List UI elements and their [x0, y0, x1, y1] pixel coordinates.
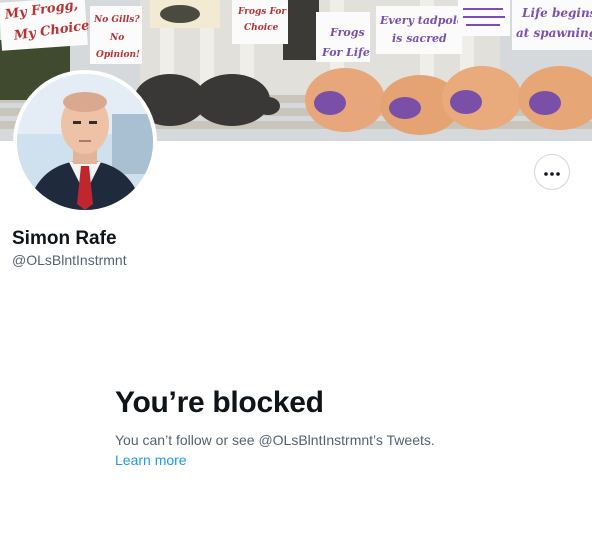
- sign-text: Every tadpole: [379, 14, 464, 27]
- avatar-photo: [17, 74, 153, 210]
- sign-text: Choice: [244, 23, 279, 33]
- sign-text: Frogs For: [237, 7, 287, 17]
- sign-text: at spawning: [516, 26, 592, 40]
- blocked-title: You’re blocked: [115, 386, 324, 419]
- sign-text: Life begins: [521, 6, 592, 20]
- sign-text: Opinion!: [96, 50, 140, 60]
- sign-text: Frogs: [329, 26, 365, 39]
- more-options-button[interactable]: [534, 154, 570, 190]
- profile-handle: @OLsBlntInstrmnt: [12, 252, 127, 268]
- sign-text: No: [109, 33, 124, 43]
- sign-text: No Gills?: [93, 15, 140, 25]
- sign-text: For Life: [321, 46, 370, 59]
- more-horizontal-icon: [544, 163, 560, 181]
- avatar[interactable]: [13, 70, 157, 214]
- learn-more-link[interactable]: Learn more: [115, 452, 187, 468]
- sign-text: is sacred: [392, 32, 447, 45]
- blocked-description: You can’t follow or see @OLsBlntInstrmnt…: [115, 432, 435, 448]
- profile-name: Simon Rafe: [12, 228, 117, 249]
